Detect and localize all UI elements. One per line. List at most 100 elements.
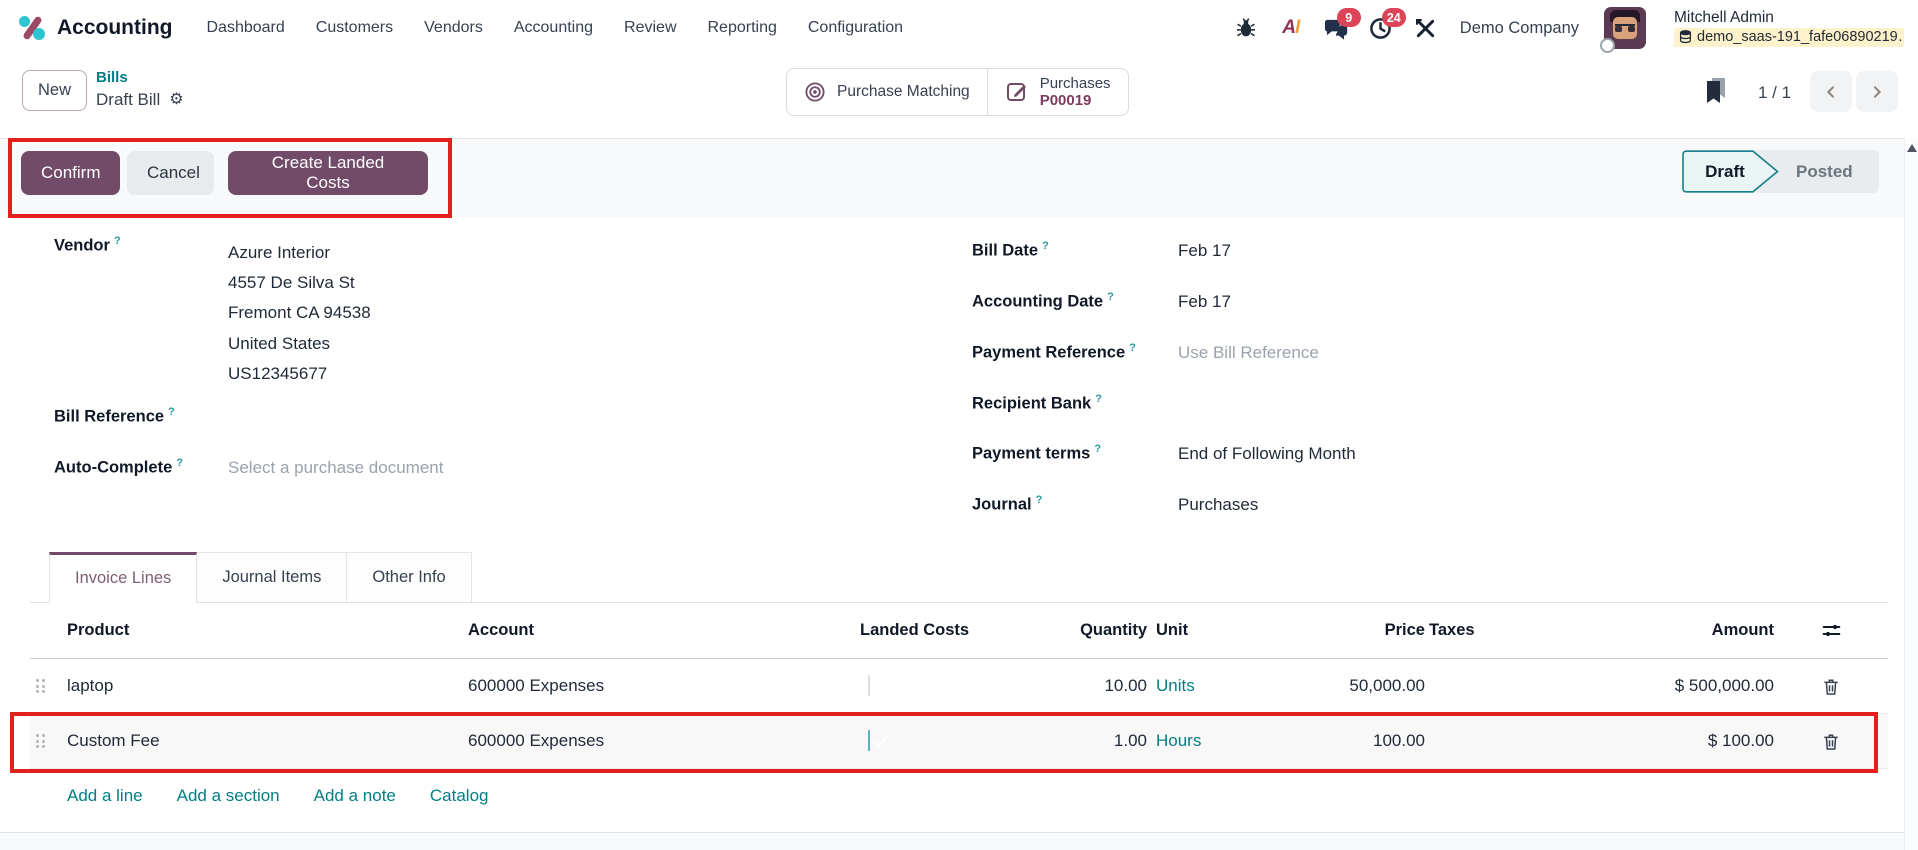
help-icon[interactable]: ? bbox=[1042, 240, 1049, 252]
table-footer-links: Add a line Add a section Add a note Cata… bbox=[67, 786, 489, 806]
smart-buttons: Purchase Matching Purchases P00019 bbox=[786, 68, 1129, 116]
status-draft[interactable]: Draft bbox=[1682, 150, 1780, 193]
avatar-status-ring bbox=[1600, 38, 1615, 53]
cancel-button[interactable]: Cancel bbox=[127, 151, 214, 195]
payment-terms-label: Payment terms? bbox=[972, 443, 1102, 463]
cell-account[interactable]: 600000 Expenses bbox=[458, 676, 850, 696]
column-amount[interactable]: Amount bbox=[1557, 621, 1774, 640]
pager-previous-button[interactable] bbox=[1810, 71, 1852, 112]
debug-bug-icon[interactable] bbox=[1233, 15, 1259, 41]
optional-columns-button[interactable] bbox=[1819, 618, 1844, 643]
menu-dashboard[interactable]: Dashboard bbox=[207, 19, 285, 37]
cell-product[interactable]: Custom Fee bbox=[67, 731, 458, 751]
vertical-scrollbar[interactable] bbox=[1904, 138, 1918, 850]
help-icon[interactable]: ? bbox=[1036, 494, 1043, 506]
systray: AI 9 24 Demo Company Mitchell Admin demo… bbox=[1233, 7, 1904, 53]
help-icon[interactable]: ? bbox=[176, 457, 183, 469]
sliders-icon bbox=[1822, 624, 1840, 637]
purchases-labels: Purchases P00019 bbox=[1040, 75, 1111, 109]
menu-reporting[interactable]: Reporting bbox=[708, 19, 777, 37]
column-taxes[interactable]: Taxes bbox=[1425, 621, 1557, 640]
add-a-note-link[interactable]: Add a note bbox=[314, 786, 396, 806]
cell-quantity[interactable]: 10.00 bbox=[990, 676, 1147, 696]
help-icon[interactable]: ? bbox=[168, 406, 175, 418]
column-account[interactable]: Account bbox=[458, 621, 850, 640]
edit-pencil-icon bbox=[1006, 83, 1026, 101]
tab-journal-items[interactable]: Journal Items bbox=[197, 552, 348, 602]
help-icon[interactable]: ? bbox=[1107, 291, 1114, 303]
cell-price[interactable]: 50,000.00 bbox=[1285, 676, 1425, 696]
purchase-matching-button[interactable]: Purchase Matching bbox=[787, 69, 987, 115]
user-avatar[interactable] bbox=[1600, 7, 1646, 53]
accounting-date-input[interactable]: Feb 17 bbox=[1178, 292, 1231, 312]
cell-unit[interactable]: Hours bbox=[1147, 731, 1285, 751]
menu-configuration[interactable]: Configuration bbox=[808, 19, 903, 37]
catalog-link[interactable]: Catalog bbox=[430, 786, 489, 806]
drag-handle-icon[interactable] bbox=[36, 679, 45, 693]
ai-icon[interactable]: AI bbox=[1278, 15, 1304, 41]
bill-date-input[interactable]: Feb 17 bbox=[1178, 241, 1231, 261]
purchases-button[interactable]: Purchases P00019 bbox=[986, 69, 1128, 115]
column-landed-costs[interactable]: Landed Costs bbox=[850, 621, 990, 640]
delete-row-button[interactable] bbox=[1819, 729, 1843, 754]
pager-next-button[interactable] bbox=[1856, 71, 1898, 112]
scroll-up-arrow-icon[interactable] bbox=[1907, 144, 1917, 152]
landed-costs-checkbox[interactable] bbox=[868, 675, 870, 696]
cell-account[interactable]: 600000 Expenses bbox=[458, 731, 850, 751]
menu-review[interactable]: Review bbox=[624, 19, 676, 37]
menu-customers[interactable]: Customers bbox=[316, 19, 393, 37]
pager-zone: 1 / 1 bbox=[1688, 56, 1918, 138]
cell-amount: $ 500,000.00 bbox=[1674, 676, 1774, 695]
payment-reference-input[interactable]: Use Bill Reference bbox=[1178, 343, 1319, 363]
menu-vendors[interactable]: Vendors bbox=[424, 19, 483, 37]
database-icon bbox=[1679, 30, 1692, 44]
breadcrumb-bills-link[interactable]: Bills bbox=[96, 68, 184, 87]
column-product[interactable]: Product bbox=[67, 621, 458, 640]
purchases-ref: P00019 bbox=[1039, 92, 1092, 109]
purchase-matching-label: Purchase Matching bbox=[837, 83, 970, 100]
help-icon[interactable]: ? bbox=[1095, 393, 1102, 405]
tab-other-info[interactable]: Other Info bbox=[347, 552, 472, 602]
user-info[interactable]: Mitchell Admin demo_saas-191_fafe0689021… bbox=[1674, 9, 1904, 47]
confirm-button[interactable]: Confirm bbox=[21, 151, 120, 195]
breadcrumb: Bills Draft Bill ⚙ bbox=[96, 68, 184, 112]
app-brand[interactable]: Accounting bbox=[18, 14, 173, 42]
help-icon[interactable]: ? bbox=[1094, 443, 1101, 455]
tab-invoice-lines[interactable]: Invoice Lines bbox=[49, 552, 198, 603]
payment-terms-input[interactable]: End of Following Month bbox=[1178, 444, 1356, 464]
column-unit[interactable]: Unit bbox=[1147, 621, 1285, 640]
journal-input[interactable]: Purchases bbox=[1178, 495, 1258, 515]
table-row-custom-fee[interactable]: Custom Fee 600000 Expenses 1.00 Hours 10… bbox=[30, 714, 1888, 769]
bookmark-icon[interactable] bbox=[1704, 77, 1728, 103]
add-a-line-link[interactable]: Add a line bbox=[67, 786, 143, 806]
add-a-section-link[interactable]: Add a section bbox=[177, 786, 280, 806]
help-icon[interactable]: ? bbox=[114, 235, 121, 247]
cell-quantity[interactable]: 1.00 bbox=[990, 731, 1147, 751]
activities-clock-icon[interactable]: 24 bbox=[1368, 8, 1406, 41]
new-button[interactable]: New bbox=[22, 70, 87, 111]
delete-row-button[interactable] bbox=[1819, 674, 1843, 699]
tools-icon[interactable] bbox=[1413, 15, 1439, 41]
cell-price[interactable]: 100.00 bbox=[1285, 731, 1425, 751]
cell-amount: $ 100.00 bbox=[1707, 731, 1774, 750]
menu-accounting[interactable]: Accounting bbox=[514, 19, 593, 37]
table-header-row: Product Account Landed Costs Quantity Un… bbox=[30, 603, 1888, 659]
column-price[interactable]: Price bbox=[1285, 621, 1425, 640]
vendor-name[interactable]: Azure Interior bbox=[228, 238, 371, 268]
notebook-tabs: Invoice Lines Journal Items Other Info bbox=[30, 552, 1888, 603]
messages-icon[interactable]: 9 bbox=[1323, 8, 1361, 41]
database-badge: demo_saas-191_fafe06890219… bbox=[1674, 28, 1904, 47]
company-switcher[interactable]: Demo Company bbox=[1460, 19, 1579, 38]
status-widget: Draft Posted bbox=[1682, 150, 1879, 193]
gear-icon[interactable]: ⚙ bbox=[169, 88, 183, 112]
table-row-laptop[interactable]: laptop 600000 Expenses 10.00 Units 50,00… bbox=[30, 659, 1888, 714]
drag-handle-icon[interactable] bbox=[36, 734, 45, 748]
status-posted[interactable]: Posted bbox=[1780, 150, 1879, 193]
cell-product[interactable]: laptop bbox=[67, 676, 458, 696]
landed-costs-checkbox[interactable] bbox=[868, 730, 870, 751]
auto-complete-input[interactable]: Select a purchase document bbox=[228, 458, 443, 478]
column-quantity[interactable]: Quantity bbox=[990, 621, 1147, 640]
cell-unit[interactable]: Units bbox=[1147, 676, 1285, 696]
help-icon[interactable]: ? bbox=[1129, 342, 1136, 354]
create-landed-costs-button[interactable]: Create Landed Costs bbox=[228, 151, 428, 195]
